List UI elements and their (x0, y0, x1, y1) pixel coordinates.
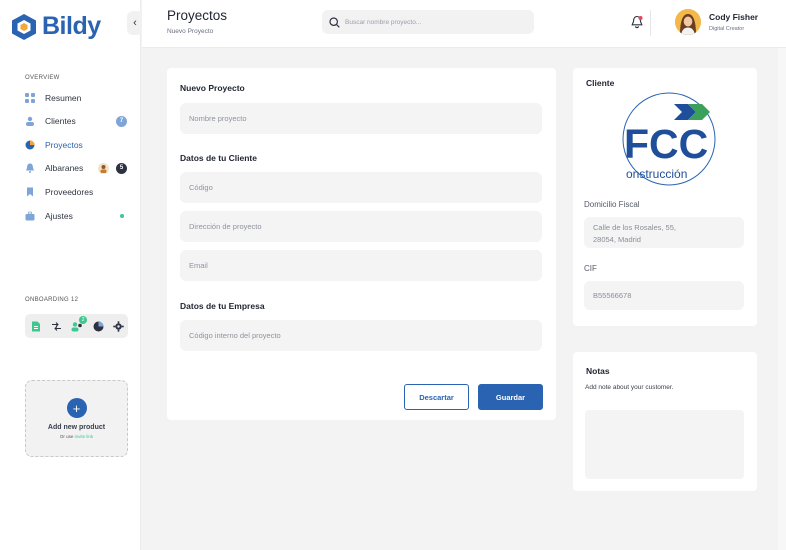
overview-label: OVERVIEW (25, 75, 60, 81)
section-title-company: Datos de tu Empresa (180, 301, 265, 311)
onboarding-step-transfer[interactable] (48, 316, 67, 336)
add-product-card[interactable]: + Add new product Or use invite link (25, 380, 128, 457)
pie-chart-icon (25, 140, 35, 150)
onboarding-step-document[interactable] (27, 316, 46, 336)
client-code-input[interactable] (180, 172, 542, 203)
client-company-logo: FCC onstrucción (622, 92, 716, 186)
save-button[interactable]: Guardar (478, 384, 543, 410)
client-logo-text: FCC (624, 121, 708, 167)
email-input[interactable] (180, 250, 542, 281)
user-name: Cody Fisher (709, 12, 759, 22)
discard-button[interactable]: Descartar (404, 384, 469, 410)
briefcase-icon (25, 211, 35, 221)
sidebar-item-proyectos[interactable]: Proyectos (25, 138, 127, 152)
sidebar-item-albaranes[interactable]: Albaranes 5 (25, 161, 127, 175)
onboarding-label-text: ONBOARDING (25, 297, 70, 303)
fiscal-address-label: Domicilio Fiscal (584, 200, 640, 209)
sidebar-item-label: Albaranes (45, 163, 84, 173)
brand-logo[interactable]: Bildy (11, 12, 101, 41)
client-logo-subtext: onstrucción (626, 167, 687, 181)
bell-icon (26, 163, 34, 173)
sidebar-item-label: Clientes (45, 116, 76, 126)
chevron-left-icon: ‹ (133, 17, 137, 29)
search-input[interactable] (345, 18, 525, 26)
users-icon (26, 116, 34, 126)
document-icon (32, 321, 41, 331)
section-title-project: Nuevo Proyecto (180, 83, 245, 93)
new-project-form: Nuevo Proyecto Datos de tu Cliente Datos… (167, 68, 556, 420)
invite-link[interactable]: invite link (75, 434, 94, 439)
project-address-input[interactable] (180, 211, 542, 242)
transfer-arrows-icon (52, 321, 62, 331)
sidebar-item-ajustes[interactable]: Ajustes (25, 209, 127, 223)
fiscal-address-line1: Calle de los Rosales, 55, (593, 223, 676, 232)
client-card-title: Cliente (586, 78, 615, 88)
onboarding-steps: 2 (25, 314, 128, 338)
add-product-sub-prefix: Or use (59, 434, 74, 439)
project-name-input[interactable] (180, 103, 542, 134)
notes-textarea[interactable] (585, 410, 744, 479)
client-card: Cliente FCC onstrucción Domicilio Fiscal… (573, 68, 757, 326)
sidebar: Bildy ‹ OVERVIEW Resumen Clientes 7 Proy… (0, 0, 143, 550)
onboarding-label: ONBOARDING 12 (25, 297, 78, 303)
sidebar-item-resumen[interactable]: Resumen (25, 91, 127, 105)
onboarding-team-badge: 2 (79, 316, 88, 324)
add-product-title: Add new product (47, 424, 106, 431)
sidebar-item-label: Proyectos (45, 140, 83, 150)
sidebar-item-label: Resumen (45, 93, 82, 103)
notes-title: Notas (586, 366, 610, 376)
search-icon (329, 16, 340, 28)
fiscal-address-value: Calle de los Rosales, 55, 28054, Madrid (584, 217, 744, 248)
notes-subtitle: Add note about your customer. (585, 384, 674, 391)
onboarding-step-team[interactable]: 2 (68, 316, 88, 336)
page-title: Proyectos (167, 8, 228, 23)
internal-code-input[interactable] (180, 320, 542, 351)
onboarding-step-settings[interactable] (109, 316, 128, 336)
cif-value: B55566678 (584, 281, 744, 310)
hexagon-logo-icon (12, 13, 36, 40)
sidebar-item-label: Ajustes (45, 211, 73, 221)
onboarding-step-report[interactable] (89, 316, 108, 336)
onboarding-count: 12 (70, 297, 79, 303)
user-avatar[interactable] (675, 9, 701, 35)
top-header: Proyectos Nuevo Proyecto Cody Fisher Dig… (142, 0, 786, 48)
gear-icon (113, 320, 124, 332)
notes-card: Notas Add note about your customer. (573, 352, 757, 491)
search-bar[interactable] (322, 10, 534, 34)
pie-icon (93, 321, 104, 331)
plus-icon: + (72, 400, 81, 416)
user-role: Digital Creator (709, 26, 745, 32)
sidebar-item-label: Proveedores (45, 187, 94, 197)
clientes-count-badge: 7 (116, 115, 127, 127)
collapse-sidebar-button[interactable]: ‹ (127, 11, 143, 35)
breadcrumb[interactable]: Nuevo Proyecto (167, 28, 213, 35)
page-scrollbar[interactable] (778, 48, 786, 550)
sidebar-item-proveedores[interactable]: Proveedores (25, 185, 127, 199)
status-dot (120, 214, 124, 218)
add-product-button[interactable]: + (66, 398, 87, 418)
add-product-subtitle: Or use invite link (26, 434, 127, 439)
brand-name: Bildy (42, 12, 101, 40)
person-icon (100, 164, 107, 173)
notification-bell-icon[interactable] (630, 15, 644, 29)
header-divider (650, 10, 651, 36)
section-title-client: Datos de tu Cliente (180, 153, 257, 163)
bookmark-icon (27, 187, 33, 197)
grid-icon (25, 93, 35, 103)
albaranes-count-badge: 5 (116, 162, 127, 174)
cif-label: CIF (584, 264, 597, 273)
fiscal-address-line2: 28054, Madrid (593, 235, 641, 244)
avatar-portrait (675, 9, 701, 35)
sidebar-item-clientes[interactable]: Clientes 7 (25, 114, 127, 128)
contributor-avatar (98, 162, 109, 174)
